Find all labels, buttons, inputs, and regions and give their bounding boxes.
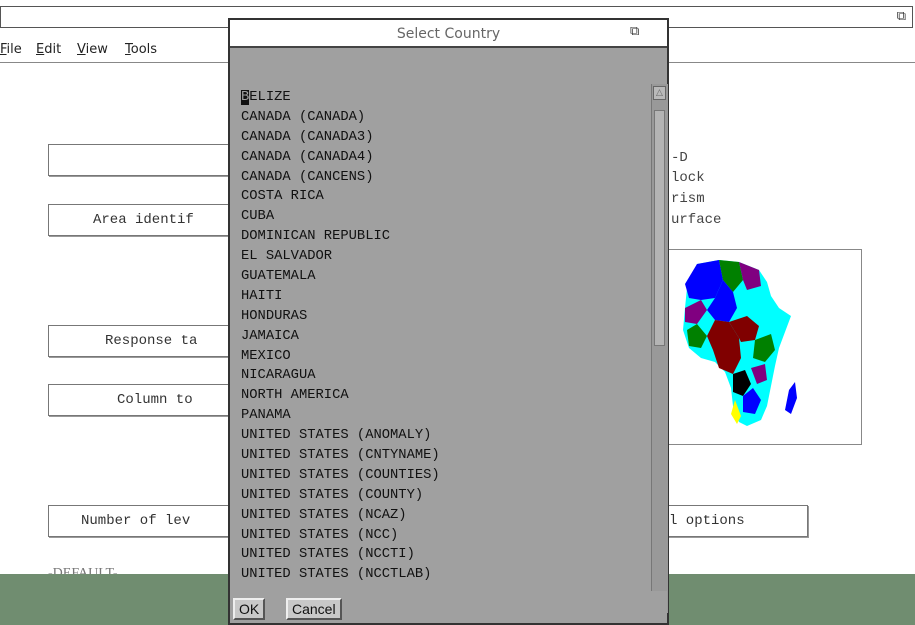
menu-divider — [0, 62, 230, 63]
menu-bar: File Edit View Tools — [0, 38, 230, 62]
ok-button[interactable]: OK — [233, 598, 266, 620]
cancel-button[interactable]: Cancel — [286, 598, 342, 620]
dialog-title-bar[interactable]: Select Country ⧉ — [230, 20, 667, 48]
restore-window-icon[interactable]: ⧉ — [630, 24, 639, 39]
country-list-item[interactable]: UNITED STATES (NCCTLAB) — [241, 565, 641, 585]
country-list-item[interactable]: UNITED STATES (COUNTY) — [241, 486, 641, 506]
scroll-thumb[interactable] — [654, 110, 665, 346]
menu-view[interactable]: View — [77, 42, 108, 57]
menu-divider — [666, 62, 915, 63]
country-list-item[interactable]: PANAMA — [241, 406, 641, 426]
country-list-item[interactable]: COSTA RICA — [241, 187, 641, 207]
area-identifier-field[interactable]: Area identif — [48, 204, 230, 236]
vertical-scrollbar[interactable]: △ ▽ — [651, 84, 668, 613]
response-table-field[interactable]: Response ta — [48, 325, 230, 357]
dialog-button-row: OK Cancel — [230, 591, 667, 623]
top-field[interactable] — [48, 144, 230, 176]
country-list-item[interactable]: EL SALVADOR — [241, 247, 641, 267]
scroll-up-icon[interactable]: △ — [653, 86, 666, 100]
country-list-item[interactable]: CANADA (CANADA) — [241, 108, 641, 128]
country-list-item[interactable]: NORTH AMERICA — [241, 386, 641, 406]
country-list-item[interactable]: JAMAICA — [241, 327, 641, 347]
dialog-title: Select Country — [396, 26, 501, 42]
country-list-item[interactable]: UNITED STATES (NCCTI) — [241, 545, 641, 565]
restore-window-icon[interactable]: ⧉ — [897, 9, 906, 24]
menu-file[interactable]: File — [0, 42, 22, 57]
country-list-item[interactable]: NICARAGUA — [241, 366, 641, 386]
country-list-item[interactable]: HAITI — [241, 287, 641, 307]
country-list-item[interactable]: UNITED STATES (ANOMALY) — [241, 426, 641, 446]
number-of-levels-field[interactable]: Number of lev — [48, 505, 230, 537]
country-list-item[interactable]: UNITED STATES (NCC) — [241, 526, 641, 546]
country-list-item[interactable]: UNITED STATES (CNTYNAME) — [241, 446, 641, 466]
country-list-item[interactable]: CANADA (CANADA4) — [241, 148, 641, 168]
country-list-item[interactable]: CUBA — [241, 207, 641, 227]
option-text[interactable]: lock — [671, 170, 705, 186]
country-listbox[interactable]: BELIZE CANADA (CANADA) CANADA (CANADA3) CAN… — [230, 48, 668, 613]
option-text[interactable]: -D — [671, 150, 688, 166]
option-text[interactable]: urface — [671, 212, 721, 228]
options-button[interactable]: l options — [666, 505, 808, 537]
column-field[interactable]: Column to — [48, 384, 230, 416]
country-list[interactable]: BELIZE CANADA (CANADA) CANADA (CANADA3) CAN… — [241, 88, 641, 585]
country-list-item[interactable]: CANADA (CANADA3) — [241, 128, 641, 148]
option-text[interactable]: rism — [671, 191, 705, 207]
menu-tools[interactable]: Tools — [125, 42, 157, 57]
country-list-item[interactable]: UNITED STATES (NCAZ) — [241, 506, 641, 526]
country-list-item[interactable]: CANADA (CANCENS) — [241, 168, 641, 188]
map-preview — [666, 249, 862, 445]
country-list-item[interactable]: GUATEMALA — [241, 267, 641, 287]
select-country-dialog: Select Country ⧉ BELIZE CANADA (CANADA) CA… — [228, 18, 669, 625]
africa-map-image — [683, 260, 797, 426]
country-list-item[interactable]: DOMINICAN REPUBLIC — [241, 227, 641, 247]
country-list-item[interactable]: UNITED STATES (COUNTIES) — [241, 466, 641, 486]
country-list-item[interactable]: BELIZE — [241, 88, 641, 108]
menu-edit[interactable]: Edit — [36, 42, 61, 57]
country-list-item-text: ELIZE — [249, 90, 291, 105]
country-list-item[interactable]: HONDURAS — [241, 307, 641, 327]
country-list-item[interactable]: MEXICO — [241, 347, 641, 367]
